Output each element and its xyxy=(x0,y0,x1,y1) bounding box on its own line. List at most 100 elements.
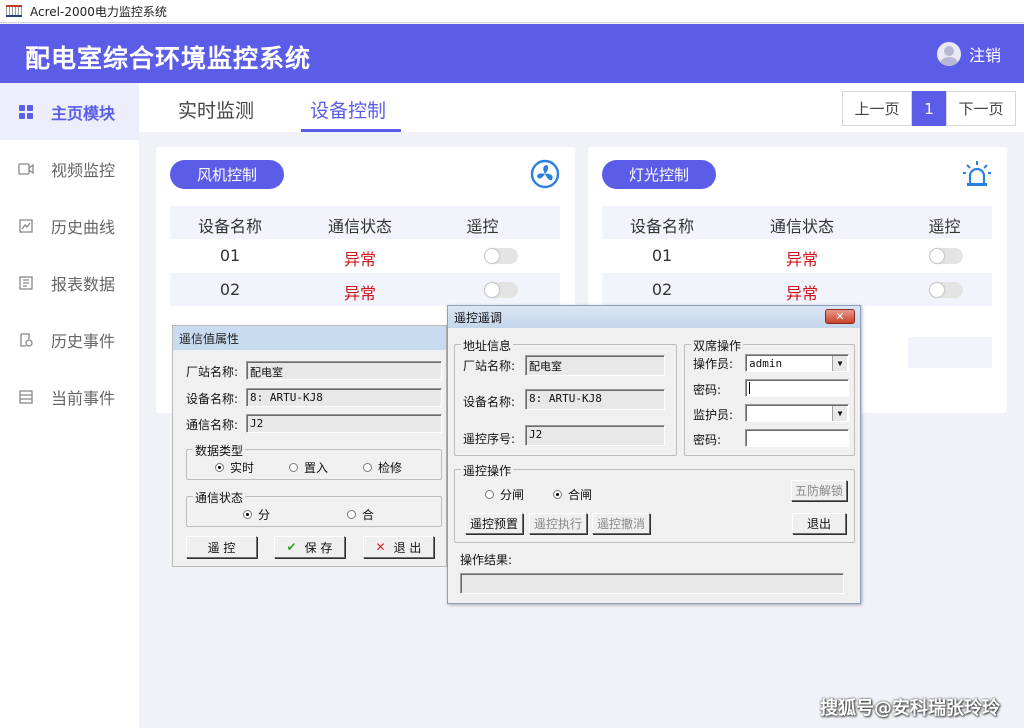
station-field[interactable]: 配电室 xyxy=(525,355,665,376)
logout-button[interactable]: 注销 xyxy=(936,42,1001,66)
table-row: 01 异常 xyxy=(170,239,560,272)
table-row: 01 异常 xyxy=(602,239,992,272)
comm-status: 异常 xyxy=(785,250,818,269)
exit-button[interactable]: ✕ 退 出 xyxy=(363,536,434,558)
sidebar-item-history-event[interactable]: 历史事件 xyxy=(0,311,139,368)
operator-select[interactable]: admin ▼ xyxy=(745,354,849,372)
current-page-button[interactable]: 1 xyxy=(912,91,946,126)
radio-open[interactable]: 分 xyxy=(243,506,270,523)
supervisor-select[interactable]: ▼ xyxy=(745,404,849,422)
device-name: 02 xyxy=(219,280,241,299)
comm-status-group: 通信状态 分 合 xyxy=(186,489,442,527)
app-icon xyxy=(6,5,22,17)
result-label: 操作结果: xyxy=(460,553,513,567)
sidebar-item-report[interactable]: 报表数据 xyxy=(0,254,139,311)
radio-trip[interactable]: 分闸 xyxy=(485,486,524,503)
tab-realtime[interactable]: 实时监测 xyxy=(178,96,254,123)
close-icon: ✕ xyxy=(375,540,386,554)
fan-icon xyxy=(530,159,560,189)
history-icon xyxy=(18,332,34,348)
dual-operation-group: 双席操作 操作员: admin ▼ 密码: 监护员: ▼ 密码: xyxy=(684,337,855,456)
device-label: 设备名称: xyxy=(463,395,516,409)
logout-label: 注销 xyxy=(968,46,1001,65)
device-name: 01 xyxy=(651,246,673,265)
supervisor-label: 监护员: xyxy=(693,408,734,422)
operator-label: 操作员: xyxy=(693,357,734,371)
chevron-down-icon[interactable]: ▼ xyxy=(832,406,847,421)
check-icon: ✔ xyxy=(286,540,297,554)
table-row-partial xyxy=(908,337,992,368)
table-row: 02 异常 xyxy=(170,273,560,306)
alarm-light-icon xyxy=(963,161,991,186)
radio-closing[interactable]: 合闸 xyxy=(553,486,592,503)
exit-button[interactable]: 退出 xyxy=(792,513,846,534)
fan-control-title: 风机控制 xyxy=(170,160,284,189)
device-name: 02 xyxy=(651,280,673,299)
light-control-title: 灯光控制 xyxy=(602,160,716,189)
signal-properties-dialog: 遥信值属性 厂站名称: 配电室 设备名称: 8: ARTU-KJ8 通信名称: … xyxy=(172,325,447,567)
fan-table-header: 设备名称 通信状态 遥控 xyxy=(170,206,560,239)
pager: 上一页 1 下一页 xyxy=(842,91,1016,126)
radio-maintenance[interactable]: 检修 xyxy=(363,459,402,476)
group-title: 遥控操作 xyxy=(461,462,514,479)
device-field[interactable]: 8: ARTU-KJ8 xyxy=(525,389,665,410)
password-label: 密码: xyxy=(693,433,722,447)
remote-cancel-button[interactable]: 遥控撤消 xyxy=(592,513,650,534)
remote-toggle[interactable] xyxy=(929,282,963,298)
report-icon xyxy=(18,275,34,291)
sidebar-item-current-event[interactable]: 当前事件 xyxy=(0,368,139,425)
tab-device-control[interactable]: 设备控制 xyxy=(310,96,386,123)
remote-control-dialog: 遥控遥调 ✕ 地址信息 厂站名称: 配电室 设备名称: 8: ARTU-KJ8 … xyxy=(447,305,861,604)
seq-field[interactable]: J2 xyxy=(525,425,665,446)
column-header: 遥控 xyxy=(466,217,499,236)
station-label: 厂站名称: xyxy=(463,359,516,373)
remote-toggle[interactable] xyxy=(484,282,518,298)
video-icon xyxy=(18,161,34,177)
column-header: 遥控 xyxy=(928,217,961,236)
comm-name-label: 通信名称: xyxy=(186,418,239,432)
dialog-title: 遥控遥调 xyxy=(454,310,503,325)
column-header: 通信状态 xyxy=(327,217,392,236)
next-page-button[interactable]: 下一页 xyxy=(946,91,1016,126)
group-title: 数据类型 xyxy=(193,442,246,459)
sidebar-item-label: 主页模块 xyxy=(51,103,116,123)
device-field[interactable]: 8: ARTU-KJ8 xyxy=(246,388,442,407)
supervisor-password-field[interactable] xyxy=(745,429,849,447)
save-button[interactable]: ✔ 保 存 xyxy=(274,536,345,558)
station-field[interactable]: 配电室 xyxy=(246,361,442,380)
dialog-titlebar: 遥控遥调 ✕ xyxy=(448,306,860,328)
comm-name-field[interactable]: J2 xyxy=(246,414,442,433)
close-button[interactable]: ✕ xyxy=(825,309,855,324)
table-row: 02 异常 xyxy=(602,273,992,306)
group-title: 通信状态 xyxy=(193,489,246,506)
remote-toggle[interactable] xyxy=(484,248,518,264)
remote-operation-group: 遥控操作 分闸 合闸 五防解锁 遥控预置 遥控执行 遥控撤消 退出 xyxy=(454,462,855,543)
comm-status: 异常 xyxy=(343,284,376,303)
sidebar-item-home[interactable]: 主页模块 xyxy=(0,83,139,140)
sidebar-item-label: 历史曲线 xyxy=(51,217,116,237)
address-info-group: 地址信息 厂站名称: 配电室 设备名称: 8: ARTU-KJ8 遥控序号: J… xyxy=(454,337,677,456)
list-icon xyxy=(18,389,34,405)
prev-page-button[interactable]: 上一页 xyxy=(842,91,912,126)
device-label: 设备名称: xyxy=(186,392,239,406)
radio-realtime[interactable]: 实时 xyxy=(215,459,254,476)
column-header: 通信状态 xyxy=(769,217,834,236)
remote-toggle[interactable] xyxy=(929,248,963,264)
page-title: 配电室综合环境监控系统 xyxy=(25,44,312,73)
light-table-header: 设备名称 通信状态 遥控 xyxy=(602,206,992,239)
sidebar: 主页模块 视频监控 历史曲线 报表数据 历史事件 当前事件 xyxy=(0,83,139,728)
sidebar-item-video[interactable]: 视频监控 xyxy=(0,140,139,197)
remote-execute-button[interactable]: 遥控执行 xyxy=(529,513,587,534)
radio-close[interactable]: 合 xyxy=(347,506,374,523)
operator-password-field[interactable] xyxy=(745,379,849,397)
radio-set[interactable]: 置入 xyxy=(289,459,328,476)
result-field xyxy=(460,573,844,594)
chart-icon xyxy=(18,218,34,234)
remote-control-button[interactable]: 遥 控 xyxy=(186,536,257,558)
comm-status: 异常 xyxy=(343,250,376,269)
unlock-button[interactable]: 五防解锁 xyxy=(791,480,847,501)
remote-preset-button[interactable]: 遥控预置 xyxy=(465,513,523,534)
sidebar-item-curve[interactable]: 历史曲线 xyxy=(0,197,139,254)
group-title: 地址信息 xyxy=(461,337,514,354)
chevron-down-icon[interactable]: ▼ xyxy=(832,356,847,371)
